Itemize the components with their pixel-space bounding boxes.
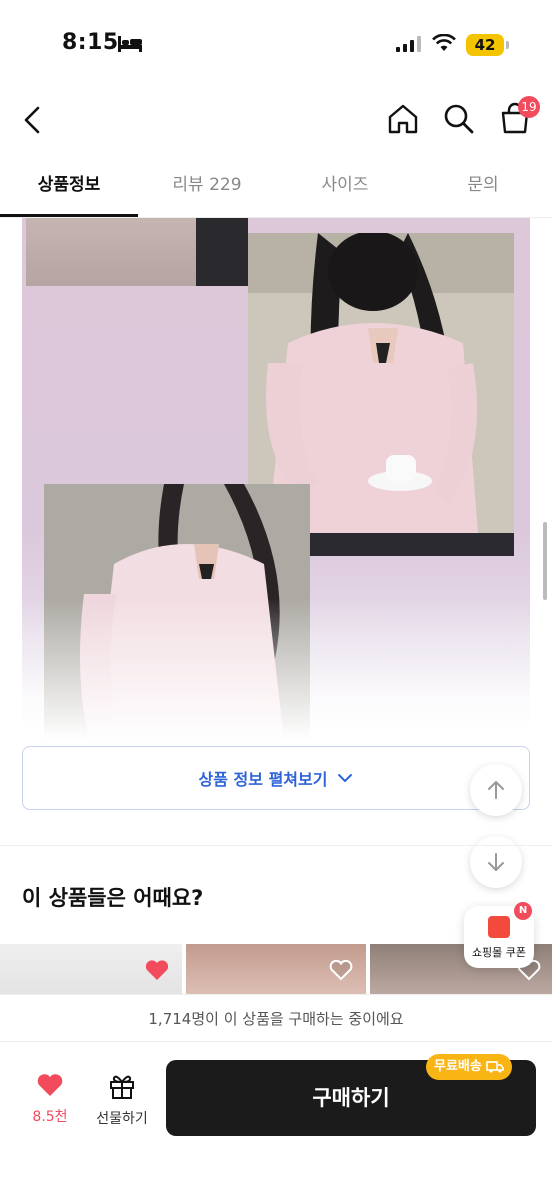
scroll-to-top-button[interactable]	[470, 764, 522, 816]
page-scrollbar[interactable]	[543, 522, 547, 600]
arrow-down-icon	[488, 853, 504, 871]
heart-filled-icon[interactable]	[144, 958, 170, 982]
search-icon[interactable]	[442, 102, 476, 136]
wifi-icon	[432, 34, 456, 51]
purchase-activity-notice: 1,714명이 이 상품을 구매하는 중이에요	[0, 994, 552, 1042]
section-divider	[0, 845, 552, 846]
expand-product-info-button[interactable]: 상품 정보 펼쳐보기	[22, 746, 530, 810]
gift-label: 선물하기	[96, 1111, 148, 1127]
free-shipping-label: 무료배송	[434, 1059, 482, 1074]
battery-indicator: 42	[466, 34, 504, 56]
status-time: 8:15	[62, 30, 119, 55]
back-arrow-icon[interactable]	[18, 100, 48, 140]
heart-filled-icon	[37, 1074, 63, 1096]
tab-inquiry[interactable]: 문의	[414, 160, 552, 217]
bed-icon	[118, 36, 142, 52]
home-icon[interactable]	[386, 102, 420, 136]
recommended-product-card[interactable]	[0, 944, 182, 1000]
signal-icon	[396, 36, 421, 52]
expand-product-info-label: 상품 정보 펼쳐보기	[198, 770, 328, 789]
top-navigation: 19	[0, 90, 552, 150]
gift-button[interactable]: 선물하기	[88, 1072, 156, 1128]
chevron-down-icon	[338, 774, 353, 782]
shopping-coupon-button[interactable]: N 쇼핑몰 쿠폰	[464, 902, 534, 968]
cart-count-badge: 19	[518, 96, 540, 118]
arrow-up-icon	[488, 781, 504, 799]
product-detail-images	[22, 218, 530, 740]
heart-outline-icon[interactable]	[328, 958, 354, 982]
tab-reviews[interactable]: 리뷰 229	[138, 160, 276, 217]
recommendation-title: 이 상품들은 어때요?	[22, 886, 204, 910]
status-bar: 8:15 42	[0, 0, 552, 80]
coupon-label: 쇼핑몰 쿠폰	[471, 946, 527, 959]
gift-icon	[110, 1075, 134, 1099]
truck-icon	[486, 1061, 504, 1073]
scroll-to-bottom-button[interactable]	[470, 836, 522, 888]
tab-size[interactable]: 사이즈	[276, 160, 414, 217]
product-photo-top	[26, 218, 248, 286]
new-badge: N	[514, 902, 532, 920]
bottom-action-bar: 8.5천 선물하기 구매하기 무료배송	[0, 1042, 552, 1200]
product-tabs: 상품정보 리뷰 229 사이즈 문의	[0, 160, 552, 218]
recommended-product-card[interactable]	[186, 944, 366, 1000]
like-count: 8.5천	[32, 1109, 68, 1125]
image-fade-overlay	[22, 598, 530, 740]
free-shipping-badge: 무료배송	[426, 1054, 512, 1080]
tab-product-info[interactable]: 상품정보	[0, 160, 138, 217]
coupon-icon	[488, 916, 510, 938]
battery-tip	[506, 41, 509, 49]
like-button[interactable]: 8.5천	[24, 1072, 76, 1126]
